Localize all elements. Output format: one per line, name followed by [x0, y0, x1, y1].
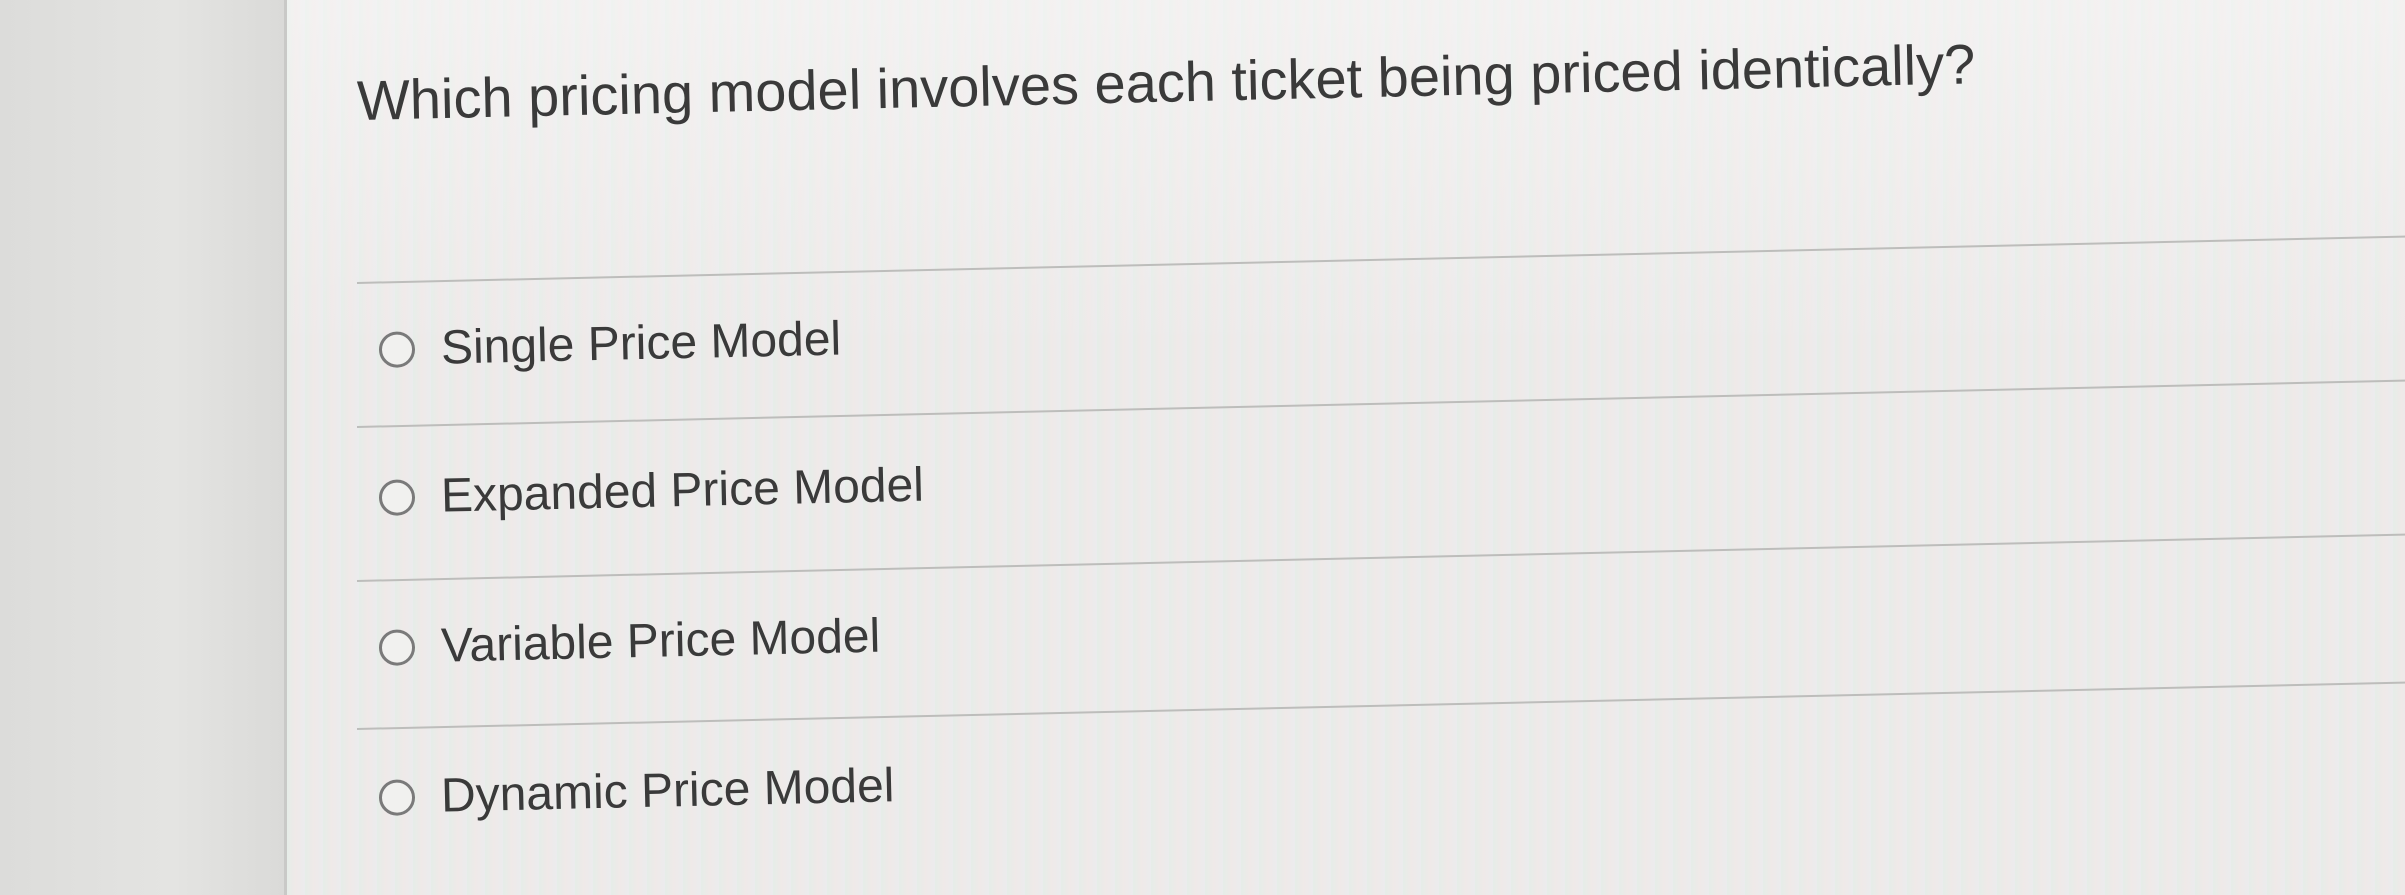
radio-empty-icon[interactable]: [378, 778, 416, 816]
option-single-price-model[interactable]: Single Price Model: [378, 312, 842, 377]
question-panel: Which pricing model involves each ticket…: [287, 0, 2405, 895]
page-left-margin: [0, 0, 286, 895]
option-dynamic-price-model[interactable]: Dynamic Price Model: [378, 758, 895, 825]
option-divider: [356, 533, 2405, 582]
question-divider: [356, 235, 2405, 284]
option-label: Single Price Model: [440, 312, 842, 375]
radio-empty-icon[interactable]: [378, 330, 416, 368]
radio-empty-icon[interactable]: [378, 478, 416, 516]
option-label: Expanded Price Model: [440, 458, 925, 523]
option-divider: [356, 681, 2405, 730]
radio-empty-icon[interactable]: [378, 628, 416, 666]
option-label: Dynamic Price Model: [440, 759, 895, 823]
option-variable-price-model[interactable]: Variable Price Model: [378, 609, 881, 675]
question-text: Which pricing model involves each ticket…: [356, 32, 1976, 132]
option-label: Variable Price Model: [440, 609, 881, 673]
option-divider: [356, 379, 2405, 428]
option-expanded-price-model[interactable]: Expanded Price Model: [378, 458, 924, 525]
